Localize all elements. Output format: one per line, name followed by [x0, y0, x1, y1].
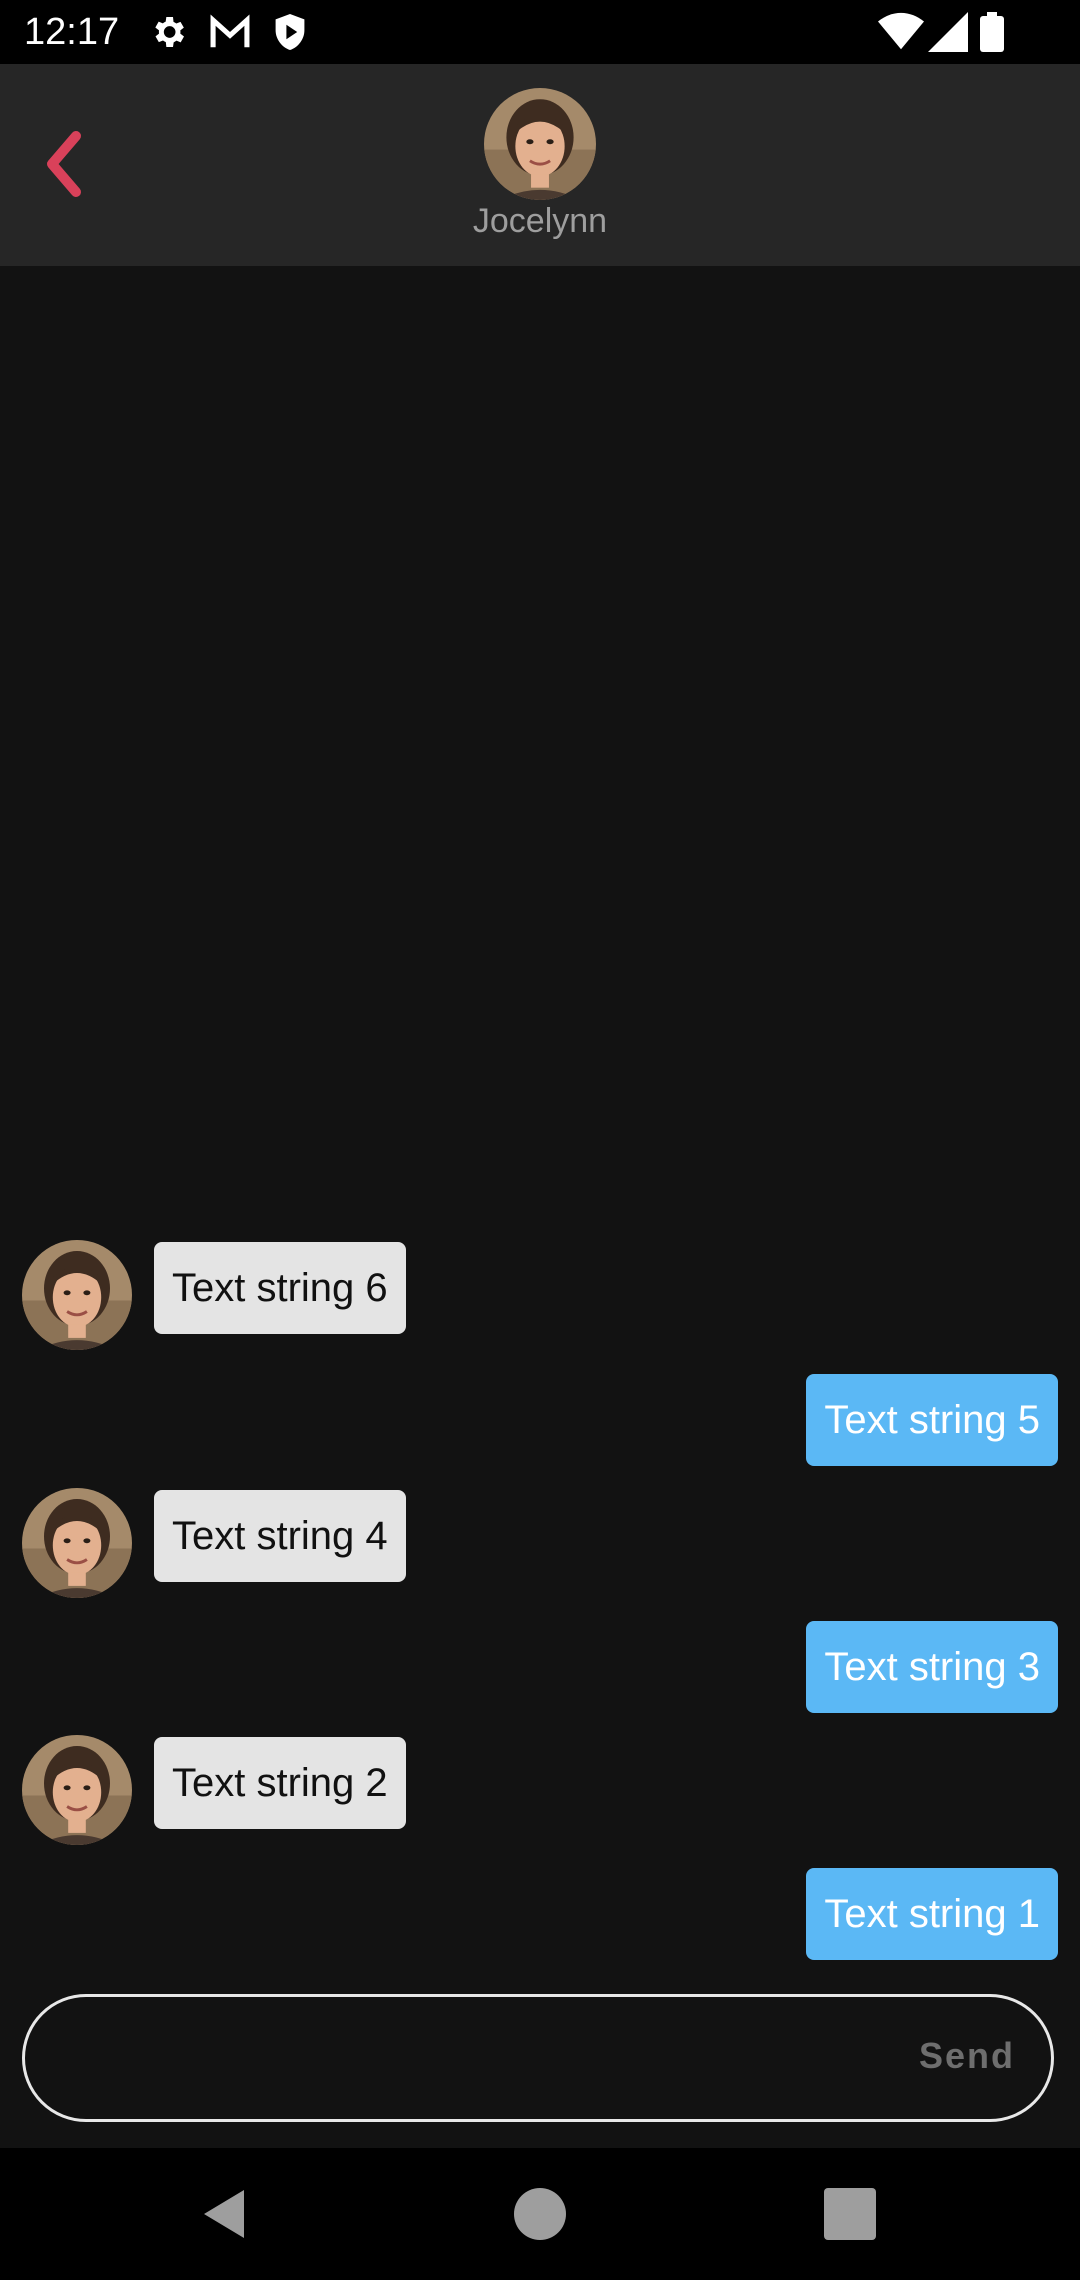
message-bubble[interactable]: Text string 2 [154, 1737, 406, 1829]
gear-icon [148, 12, 188, 57]
message-bubble[interactable]: Text string 1 [806, 1868, 1058, 1960]
contact-name: Jocelynn [472, 202, 608, 240]
contact-avatar [22, 1735, 132, 1845]
signal-icon [928, 12, 968, 57]
back-button[interactable] [36, 124, 96, 204]
message-outgoing: Text string 5 [0, 1374, 1080, 1466]
system-nav-bar [0, 2148, 1080, 2280]
status-bar: 12:17 [0, 0, 1080, 64]
status-time: 12:17 [24, 11, 120, 53]
home-circle-icon[interactable] [510, 2184, 570, 2244]
chevron-left-icon [47, 131, 81, 197]
chat-header: Jocelynn [0, 64, 1080, 266]
message-bubble[interactable]: Text string 3 [806, 1621, 1058, 1713]
send-button[interactable]: Send [919, 2035, 1015, 2077]
message-bubble[interactable]: Text string 4 [154, 1490, 406, 1582]
contact-avatar[interactable] [484, 88, 596, 200]
message-incoming: Text string 2 [0, 1737, 1080, 1829]
recents-square-icon[interactable] [820, 2184, 880, 2244]
wifi-icon [878, 12, 924, 57]
message-input[interactable] [65, 2017, 889, 2101]
message-composer: Send [22, 1994, 1054, 2122]
message-incoming: Text string 6 [0, 1242, 1080, 1334]
contact-avatar [22, 1488, 132, 1598]
message-bubble[interactable]: Text string 5 [806, 1374, 1058, 1466]
contact-avatar [22, 1240, 132, 1350]
shield-icon [272, 12, 308, 57]
gmail-icon [208, 12, 252, 57]
message-incoming: Text string 4 [0, 1490, 1080, 1582]
message-bubble[interactable]: Text string 6 [154, 1242, 406, 1334]
battery-icon [980, 12, 1004, 57]
back-triangle-icon[interactable] [196, 2184, 256, 2244]
message-outgoing: Text string 1 [0, 1868, 1080, 1960]
message-outgoing: Text string 3 [0, 1621, 1080, 1713]
